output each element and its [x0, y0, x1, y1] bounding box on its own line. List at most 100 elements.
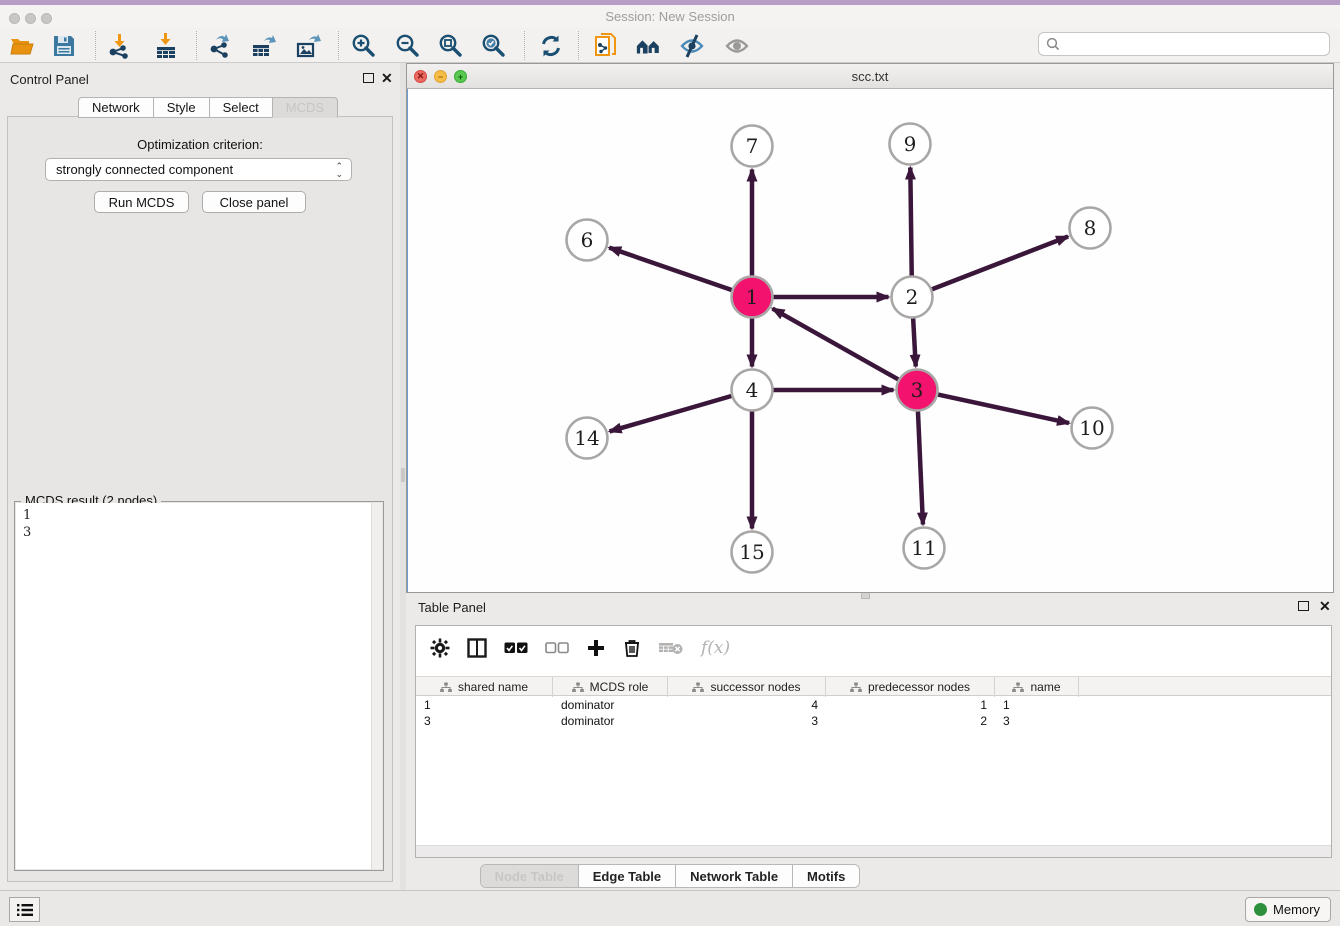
status-bar: Memory — [0, 890, 1340, 926]
tab-network-table[interactable]: Network Table — [676, 865, 793, 887]
mcds-result-area[interactable]: 1 3 — [16, 503, 382, 869]
graph-edge-2-9[interactable] — [910, 167, 911, 275]
table-cell[interactable]: 4 — [668, 697, 826, 713]
column-tree-icon — [692, 682, 704, 693]
mcds-result-scrollbar[interactable] — [371, 503, 382, 869]
search-input[interactable] — [1061, 37, 1329, 51]
window-title: Session: New Session — [0, 9, 1340, 24]
graph-edge-4-14[interactable] — [610, 396, 732, 431]
network-window-titlebar[interactable]: ✕ − + scc.txt — [407, 64, 1333, 89]
table-row[interactable]: 3dominator323 — [416, 713, 1331, 729]
table-cell[interactable]: 3 — [668, 713, 826, 729]
refresh-icon[interactable] — [537, 32, 565, 60]
graph-edge-3-10[interactable] — [938, 395, 1069, 423]
column-tree-icon — [440, 682, 452, 693]
tab-node-table[interactable]: Node Table — [481, 865, 579, 887]
column-header-MCDS-role[interactable]: MCDS role — [553, 677, 668, 697]
open-session-icon[interactable] — [8, 32, 36, 60]
table-cell[interactable]: 1 — [826, 697, 995, 713]
column-tree-icon — [572, 682, 584, 693]
optimization-criterion-select[interactable]: strongly connected component ⌃⌄ — [45, 158, 352, 181]
close-panel-button[interactable]: Close panel — [202, 191, 306, 213]
delete-icon[interactable] — [623, 638, 641, 658]
tab-style[interactable]: Style — [153, 97, 209, 118]
titlebar: Session: New Session — [0, 5, 1340, 28]
task-history-button[interactable] — [9, 897, 40, 922]
hide-selected-icon[interactable] — [678, 32, 706, 60]
graph-node-label-10: 10 — [1079, 416, 1104, 440]
export-network-icon[interactable] — [206, 32, 234, 60]
column-label: shared name — [458, 680, 528, 694]
graph-node-label-1: 1 — [746, 285, 759, 309]
node-table-container: f(x) shared name MCDS role successor nodes… — [415, 625, 1332, 858]
zoom-fit-icon[interactable] — [436, 32, 464, 60]
mcds-result-text: 1 3 — [23, 507, 31, 541]
memory-button-label: Memory — [1273, 902, 1320, 917]
column-label: successor nodes — [710, 680, 800, 694]
table-row[interactable]: 1dominator411 — [416, 697, 1331, 713]
column-header-shared-name[interactable]: shared name — [416, 677, 553, 697]
column-header-successor-nodes[interactable]: successor nodes — [668, 677, 826, 697]
table-horizontal-scrollbar[interactable] — [416, 845, 1331, 857]
gear-icon[interactable] — [430, 638, 450, 658]
graph-edge-2-3[interactable] — [913, 318, 916, 366]
graph-node-label-11: 11 — [911, 536, 936, 560]
tab-select[interactable]: Select — [209, 97, 272, 118]
graph-node-label-3: 3 — [911, 378, 924, 402]
table-panel-title: Table Panel — [418, 600, 486, 615]
first-neighbors-icon[interactable] — [635, 32, 663, 60]
column-label: MCDS role — [590, 680, 649, 694]
tab-motifs[interactable]: Motifs — [793, 865, 859, 887]
column-header-predecessor-nodes[interactable]: predecessor nodes — [826, 677, 995, 697]
graph-edge-1-6[interactable] — [609, 248, 731, 290]
table-cell[interactable]: 3 — [995, 713, 1079, 729]
memory-button[interactable]: Memory — [1245, 897, 1331, 922]
table-cell[interactable]: dominator — [553, 697, 668, 713]
function-builder-icon[interactable]: f(x) — [701, 638, 730, 658]
new-network-from-selection-icon[interactable] — [592, 32, 620, 60]
column-label: predecessor nodes — [868, 680, 970, 694]
graph-edge-3-1[interactable] — [772, 309, 898, 380]
import-table-icon[interactable] — [152, 32, 180, 60]
close-table-panel-icon[interactable]: ✕ — [1319, 601, 1331, 611]
save-session-icon[interactable] — [50, 32, 78, 60]
export-image-icon[interactable] — [294, 32, 322, 60]
graph-node-label-8: 8 — [1084, 216, 1097, 240]
add-column-icon[interactable] — [586, 638, 606, 658]
table-cell[interactable]: 1 — [416, 697, 553, 713]
run-mcds-button[interactable]: Run MCDS — [94, 191, 189, 213]
vertical-splitter-handle[interactable] — [401, 468, 405, 482]
chevron-updown-icon: ⌃⌄ — [335, 162, 343, 178]
column-header-name[interactable]: name — [995, 677, 1079, 697]
control-panel-title: Control Panel — [10, 72, 89, 87]
table-cell[interactable]: 1 — [995, 697, 1079, 713]
table-cell[interactable]: dominator — [553, 713, 668, 729]
zoom-out-icon[interactable] — [393, 32, 421, 60]
task-list-icon — [16, 902, 34, 918]
horizontal-splitter-handle[interactable] — [861, 592, 870, 599]
search-box[interactable] — [1038, 32, 1330, 56]
float-table-panel-icon[interactable] — [1298, 601, 1309, 611]
import-network-icon[interactable] — [106, 32, 134, 60]
graph-edge-2-8[interactable] — [932, 236, 1068, 289]
float-panel-icon[interactable] — [363, 73, 374, 83]
control-panel-header: Control Panel ✕ — [0, 63, 400, 95]
table-cell[interactable]: 2 — [826, 713, 995, 729]
select-all-icon[interactable] — [504, 641, 528, 655]
export-table-icon[interactable] — [250, 32, 278, 60]
delete-table-icon[interactable] — [658, 640, 684, 656]
close-panel-icon[interactable]: ✕ — [381, 73, 393, 83]
graph-edge-3-11[interactable] — [918, 411, 923, 524]
tab-edge-table[interactable]: Edge Table — [579, 865, 676, 887]
show-hidden-icon[interactable] — [723, 32, 751, 60]
tab-network[interactable]: Network — [78, 97, 153, 118]
deselect-all-icon[interactable] — [545, 641, 569, 655]
zoom-selected-icon[interactable] — [479, 32, 507, 60]
network-canvas[interactable]: 1234678910111415 — [407, 89, 1333, 592]
columns-icon[interactable] — [467, 638, 487, 658]
toolbar-separator — [338, 31, 339, 60]
table-cell[interactable]: 3 — [416, 713, 553, 729]
tab-mcds[interactable]: MCDS — [272, 97, 338, 118]
table-header-row: shared name MCDS role successor nodes prede… — [416, 676, 1331, 696]
zoom-in-icon[interactable] — [349, 32, 377, 60]
